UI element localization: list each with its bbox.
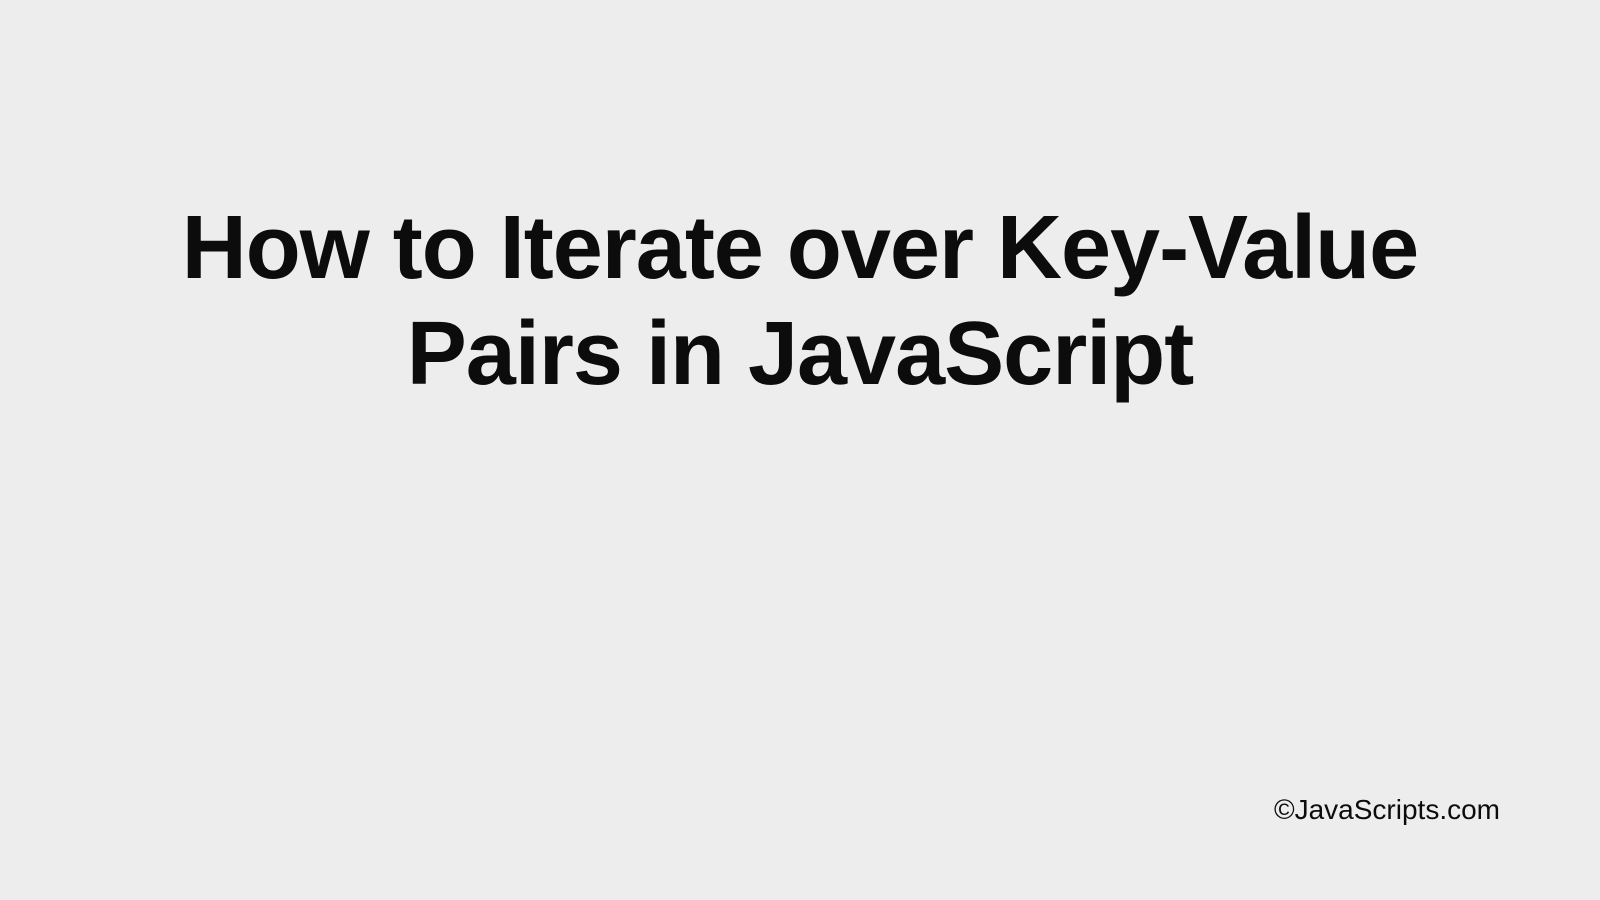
page-title: How to Iterate over Key-Value Pairs in J… [100,195,1500,407]
title-container: How to Iterate over Key-Value Pairs in J… [0,195,1600,407]
copyright-footer: ©JavaScripts.com [1274,794,1500,826]
